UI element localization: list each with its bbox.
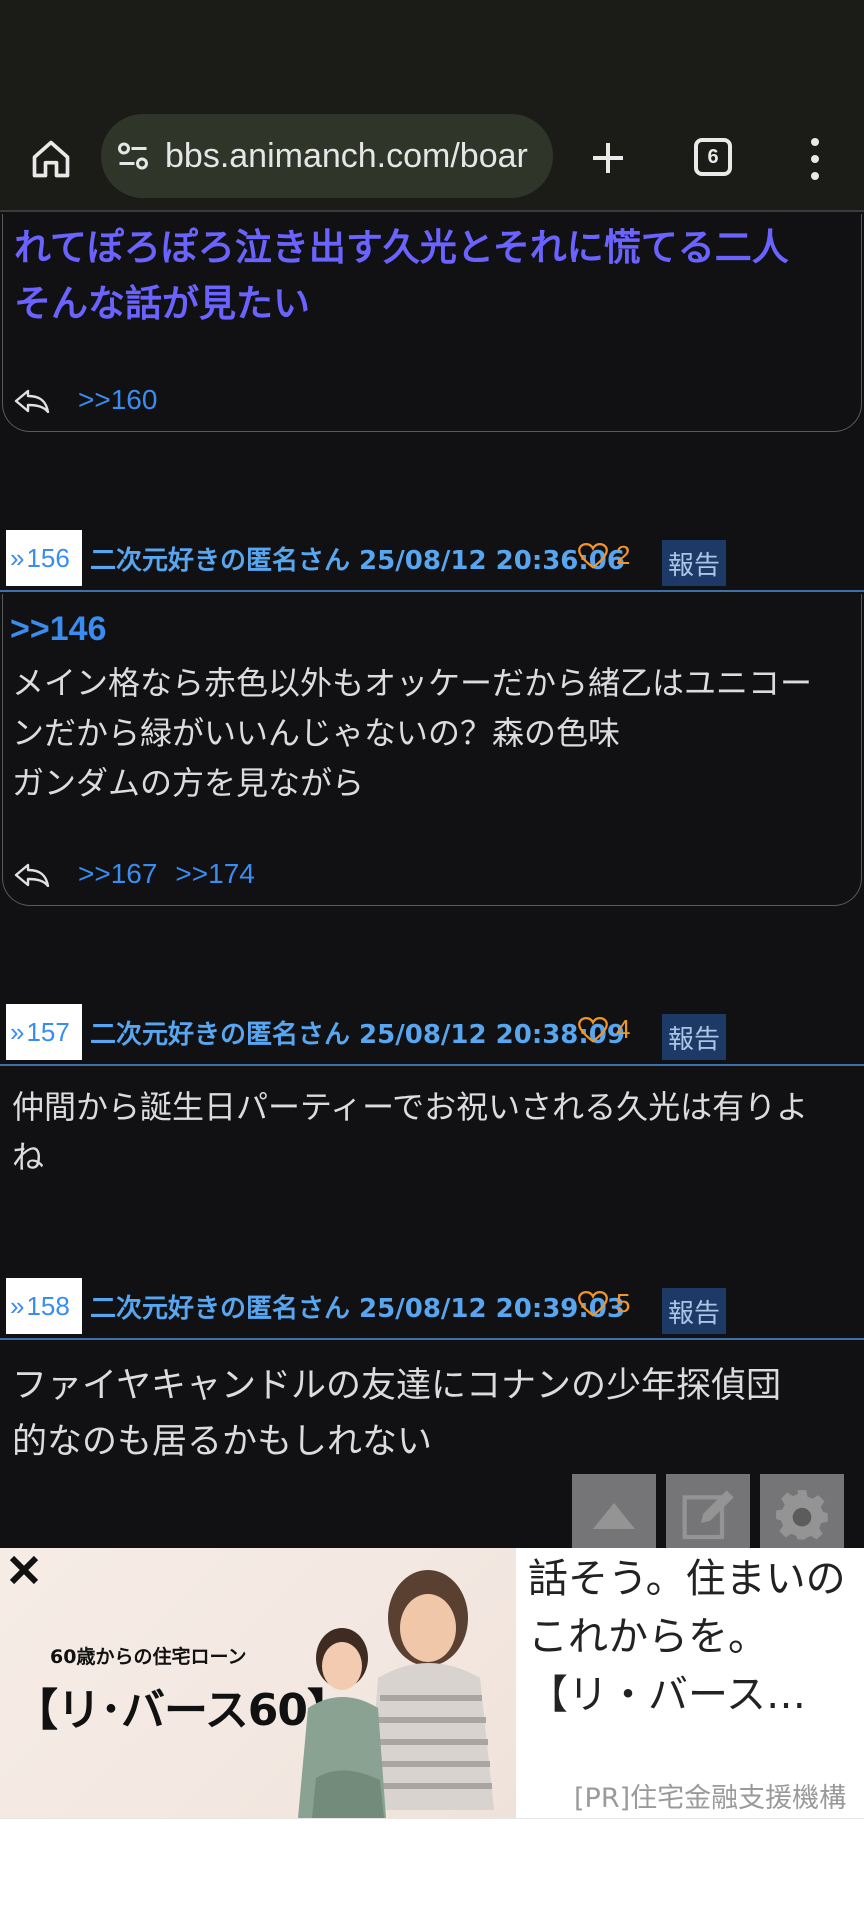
compose-button[interactable] xyxy=(666,1474,750,1548)
post-body: メイン格なら赤色以外もオッケーだから緒乙はユニコー ンだから緑がいいんじゃないの… xyxy=(12,664,813,802)
menu-dot-icon xyxy=(811,138,819,146)
scroll-top-button[interactable] xyxy=(572,1474,656,1548)
report-button[interactable]: 報告 xyxy=(662,1288,726,1334)
reply-link[interactable]: >>174 xyxy=(175,858,254,890)
settings-button[interactable] xyxy=(760,1474,844,1548)
heart-icon xyxy=(578,1290,608,1317)
triangle-up-icon xyxy=(593,1503,635,1529)
reply-icon[interactable] xyxy=(14,387,50,413)
post-number-button[interactable]: » 156 xyxy=(6,530,82,586)
heart-icon xyxy=(578,542,608,569)
ad-subtitle: 60歳からの住宅ローン xyxy=(50,1646,247,1668)
home-button[interactable] xyxy=(26,134,76,184)
home-icon xyxy=(32,140,70,178)
reply-row: >>160 xyxy=(14,384,175,416)
post-number-button[interactable]: » 157 xyxy=(6,1004,82,1060)
menu-dot-icon xyxy=(811,172,819,180)
like-button[interactable]: 4 xyxy=(578,1014,630,1045)
post-header-158: » 158 二次元好きの匿名さん 25/08/12 20:39:03 5 報告 xyxy=(0,1278,864,1340)
status-bar-area xyxy=(0,0,864,108)
author-timestamp: 二次元好きの匿名さん 25/08/12 20:39:03 xyxy=(90,1294,625,1324)
ad-headline[interactable]: 話そう。住まいのこれからを。【リ・バース… xyxy=(528,1550,858,1724)
ad-people-photo xyxy=(298,1570,494,1818)
close-icon[interactable] xyxy=(6,1552,42,1588)
post-header-156: » 156 二次元好きの匿名さん 25/08/12 20:36:06 2 報告 xyxy=(0,530,864,592)
site-settings-icon[interactable] xyxy=(115,138,151,174)
report-button[interactable]: 報告 xyxy=(662,540,726,586)
thread-content: れてぽろぽろ泣き出す久光とそれに慌てる二人 そんな話が見たい >>160 » 1… xyxy=(0,214,864,1548)
new-tab-button[interactable] xyxy=(582,132,634,184)
reply-icon[interactable] xyxy=(14,861,50,887)
anchor-link[interactable]: >>146 xyxy=(10,610,106,649)
double-chevron-icon: » xyxy=(10,1016,25,1047)
reply-link[interactable]: >>167 xyxy=(78,858,157,890)
post-number-button[interactable]: » 158 xyxy=(6,1278,82,1334)
post-body: ファイヤキャンドルの友達にコナンの少年探偵団 的なのも居るかもしれない xyxy=(12,1366,781,1462)
ad-image[interactable]: 60歳からの住宅ローン 【リ･バース60】 xyxy=(0,1548,516,1818)
report-button[interactable]: 報告 xyxy=(662,1014,726,1060)
plus-icon xyxy=(593,143,623,173)
post-header-157: » 157 二次元好きの匿名さん 25/08/12 20:38:09 4 報告 xyxy=(0,1004,864,1066)
gear-icon xyxy=(776,1490,828,1540)
advertisement-banner[interactable]: 60歳からの住宅ローン 【リ･バース60】 話そう。住まいのこれからを。【リ・バ… xyxy=(0,1548,864,1818)
more-menu-button[interactable] xyxy=(800,134,830,184)
tab-count: 6 xyxy=(694,138,732,176)
reply-row: >>167 >>174 xyxy=(14,858,273,890)
ad-sponsor: [PR]住宅金融支援機構 xyxy=(574,1783,847,1814)
post-body: 仲間から誕生日パーティーでお祝いされる久光は有りよ ね xyxy=(12,1088,809,1176)
bottom-blank-area xyxy=(0,1818,864,1920)
browser-toolbar: bbs.animanch.com/boar 6 xyxy=(0,108,864,212)
author-timestamp: 二次元好きの匿名さん 25/08/12 20:36:06 xyxy=(90,546,625,576)
double-chevron-icon: » xyxy=(10,542,25,573)
post-body: れてぽろぽろ泣き出す久光とそれに慌てる二人 そんな話が見たい xyxy=(14,226,789,325)
double-chevron-icon: » xyxy=(10,1290,25,1321)
reply-link[interactable]: >>160 xyxy=(78,384,157,416)
like-button[interactable]: 5 xyxy=(578,1288,630,1319)
heart-icon xyxy=(578,1016,608,1043)
address-bar[interactable]: bbs.animanch.com/boar xyxy=(101,114,553,198)
menu-dot-icon xyxy=(811,155,819,163)
url-text: bbs.animanch.com/boar xyxy=(165,136,528,175)
edit-icon xyxy=(682,1490,734,1540)
tab-switcher-button[interactable]: 6 xyxy=(690,134,736,180)
like-button[interactable]: 2 xyxy=(578,540,630,571)
author-timestamp: 二次元好きの匿名さん 25/08/12 20:38:09 xyxy=(90,1020,625,1050)
